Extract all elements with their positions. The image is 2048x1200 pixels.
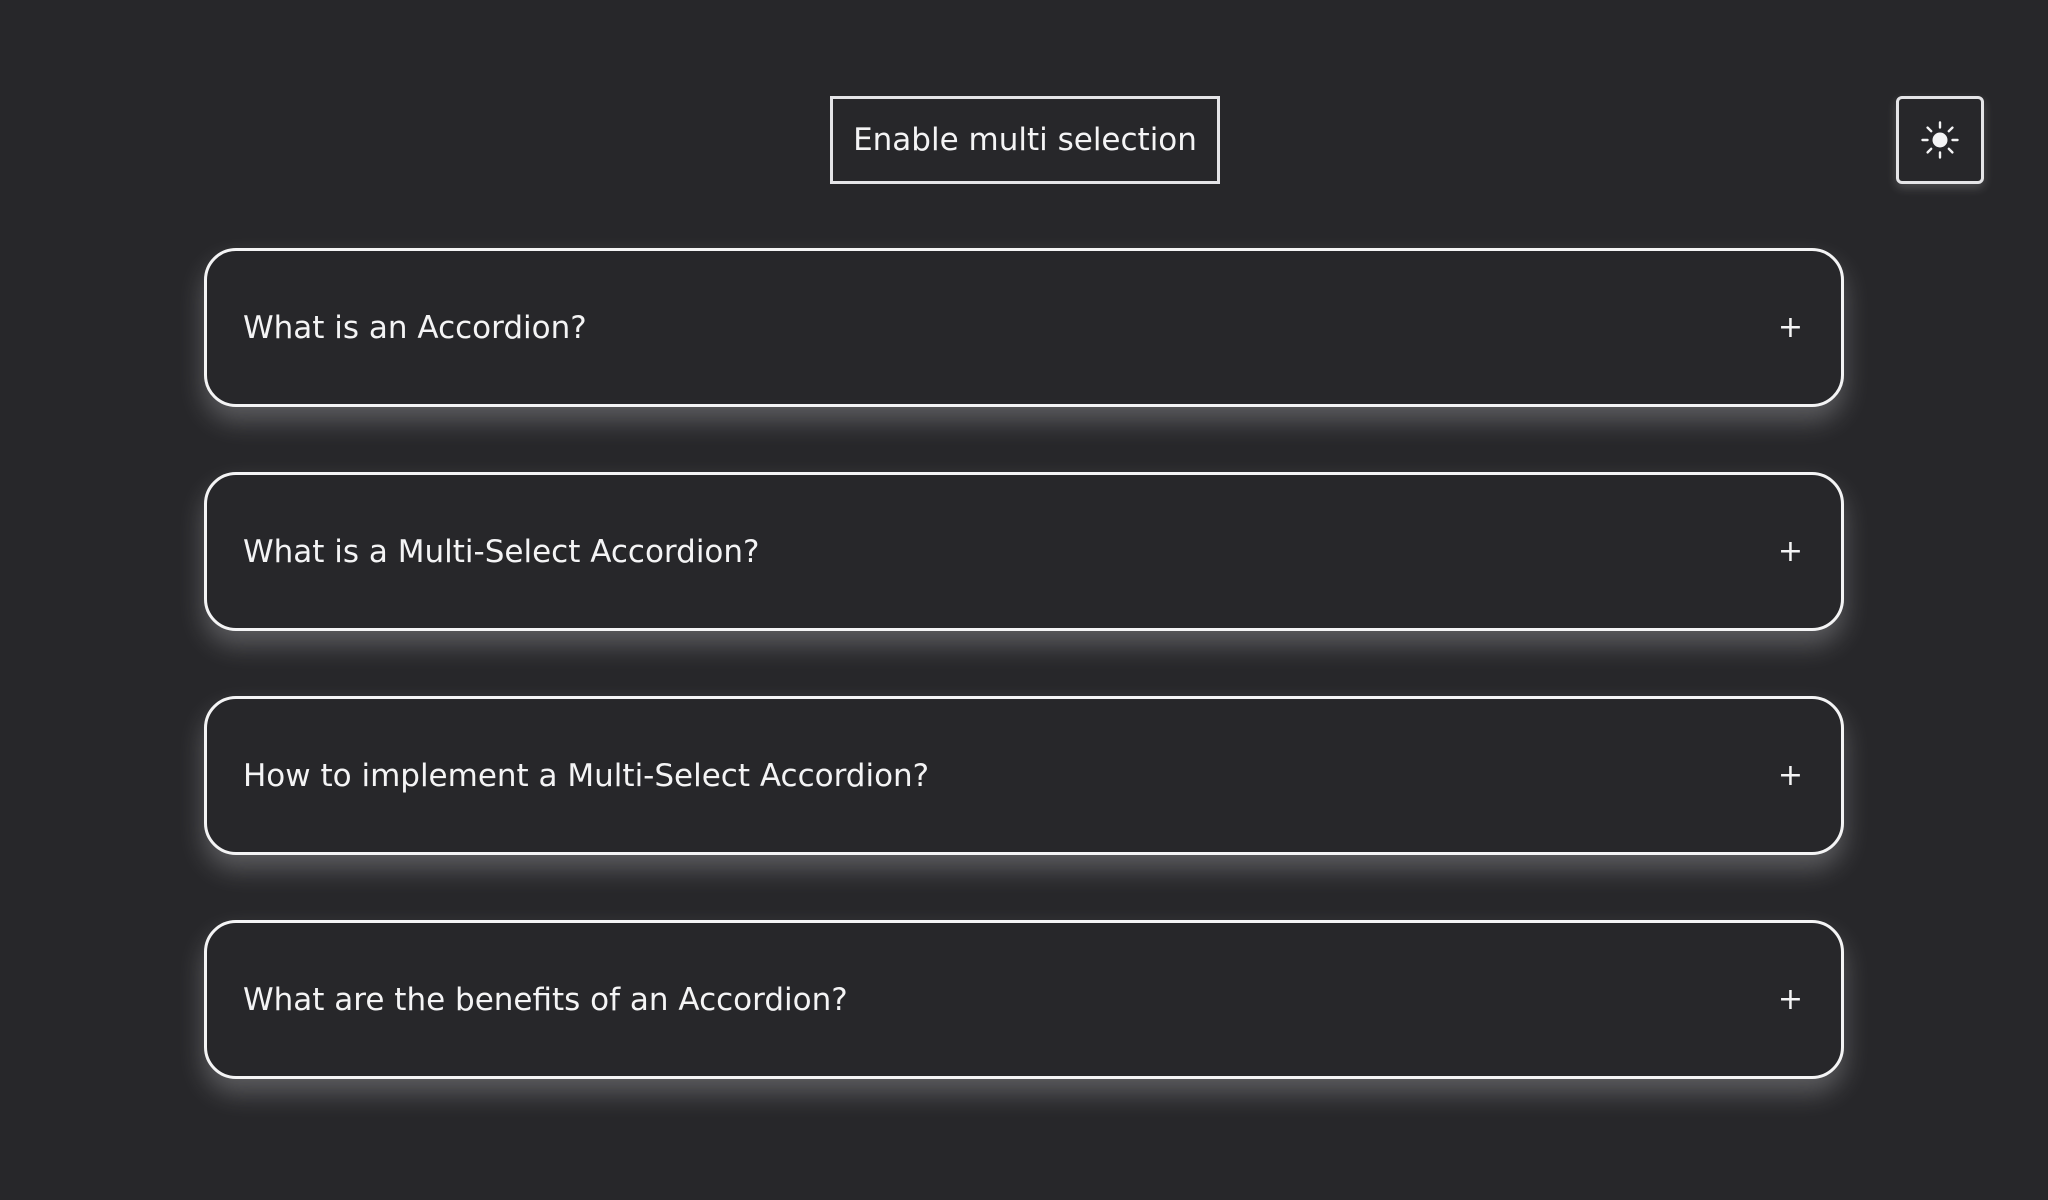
plus-icon: + (1777, 981, 1803, 1017)
accordion-item[interactable]: What is an Accordion? + (204, 248, 1844, 407)
plus-icon: + (1777, 533, 1803, 569)
accordion-item[interactable]: What are the benefits of an Accordion? + (204, 920, 1844, 1079)
enable-multi-selection-button[interactable]: Enable multi selection (830, 96, 1220, 184)
plus-icon: + (1777, 309, 1803, 345)
accordion-item[interactable]: How to implement a Multi-Select Accordio… (204, 696, 1844, 855)
accordion-list: What is an Accordion? + What is a Multi-… (204, 248, 1844, 1144)
theme-toggle-button[interactable] (1896, 96, 1984, 184)
accordion-question: What is an Accordion? (243, 309, 587, 346)
plus-icon: + (1777, 757, 1803, 793)
accordion-question: What are the benefits of an Accordion? (243, 981, 848, 1018)
sun-icon (1920, 120, 1960, 160)
accordion-question: What is a Multi-Select Accordion? (243, 533, 760, 570)
accordion-question: How to implement a Multi-Select Accordio… (243, 757, 930, 794)
accordion-item[interactable]: What is a Multi-Select Accordion? + (204, 472, 1844, 631)
